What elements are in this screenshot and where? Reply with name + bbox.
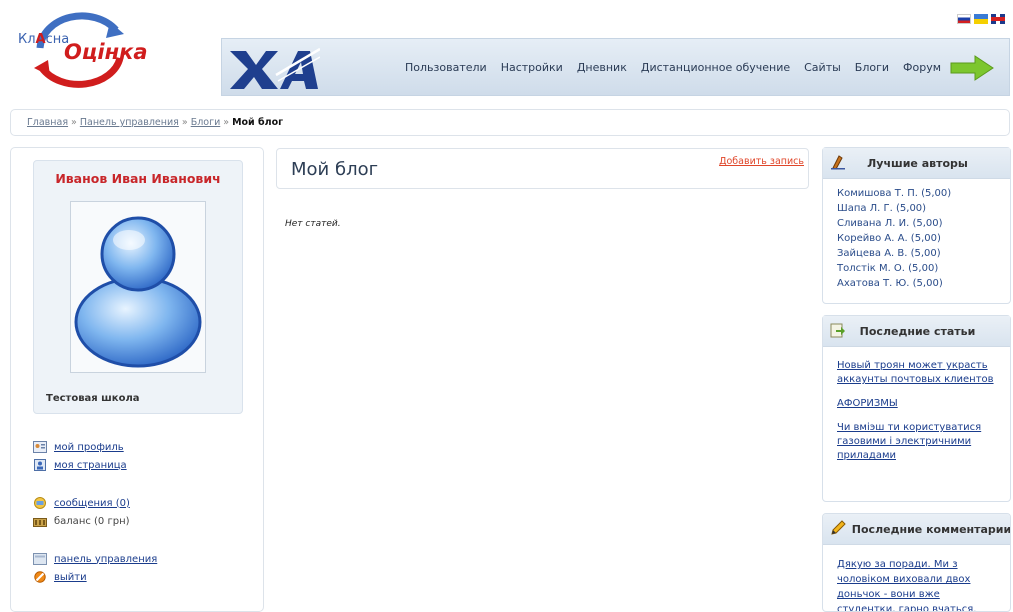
author-item[interactable]: Толстік М. О. (5,00)	[837, 261, 1000, 276]
blog-header: Мой блог Добавить запись	[276, 148, 809, 189]
nav-item-users[interactable]: Пользователи	[398, 61, 494, 74]
balance-icon	[33, 518, 47, 527]
breadcrumb-home[interactable]: Главная	[27, 117, 68, 128]
breadcrumb: Главная» Панель управления» Блоги» Мой блог	[10, 109, 1010, 136]
user-name[interactable]: Иванов Иван Иванович	[34, 171, 242, 186]
nav-item-diary[interactable]: Дневник	[570, 61, 634, 74]
xai-logo-icon[interactable]	[228, 45, 320, 91]
user-panel: Иванов Иван Иванович Тестовая школа мой …	[10, 147, 264, 612]
russian-flag-icon[interactable]	[957, 14, 971, 24]
latest-comments-header: Последние комментарии	[823, 514, 1010, 545]
user-avatar-icon	[74, 216, 202, 368]
english-flag-icon[interactable]	[991, 14, 1005, 24]
latest-articles-list: Новый троян может украсть аккаунты почто…	[823, 347, 1010, 463]
link-row-profile: мой профиль	[33, 438, 157, 456]
messages-icon	[34, 497, 46, 509]
nav-item-distance-learning[interactable]: Дистанционное обучение	[634, 61, 797, 74]
author-item[interactable]: Шапа Л. Г. (5,00)	[837, 201, 1000, 216]
site-logo[interactable]: КлАсна Оцінка	[12, 8, 172, 90]
article-link[interactable]: Чи вміэш ти користуватися газовими і эле…	[837, 421, 1000, 463]
author-item[interactable]: Зайцева А. В. (5,00)	[837, 246, 1000, 261]
user-school: Тестовая школа	[46, 393, 140, 404]
messages-link[interactable]: сообщения (0)	[54, 498, 130, 509]
logo-text: Оцінка	[64, 40, 148, 64]
best-authors-list: Комишова Т. П. (5,00) Шапа Л. Г. (5,00) …	[823, 179, 1010, 291]
my-page-link[interactable]: моя страница	[54, 460, 127, 471]
language-switcher	[957, 14, 1005, 24]
profile-card-icon	[33, 441, 47, 453]
user-links: мой профиль моя страница сообщения (0) б…	[33, 438, 157, 586]
author-item[interactable]: Ахатова Т. Ю. (5,00)	[837, 276, 1000, 291]
best-authors-box: Лучшие авторы Комишова Т. П. (5,00) Шапа…	[822, 147, 1011, 304]
latest-articles-box: Последние статьи Новый троян может украс…	[822, 315, 1011, 502]
control-panel-link[interactable]: панель управления	[54, 554, 157, 565]
user-page-icon	[34, 459, 46, 471]
breadcrumb-control-panel[interactable]: Панель управления	[80, 117, 179, 128]
latest-articles-header: Последние статьи	[823, 316, 1010, 347]
link-row-messages: сообщения (0)	[33, 494, 157, 512]
breadcrumb-blogs[interactable]: Блоги	[191, 117, 221, 128]
article-link[interactable]: АФОРИЗМЫ	[837, 397, 1000, 411]
nav-item-sites[interactable]: Сайты	[797, 61, 848, 74]
arrow-right-icon[interactable]	[949, 54, 995, 82]
latest-comments-list: Дякую за поради. Ми з чоловіком виховали…	[823, 545, 1010, 611]
control-panel-icon	[33, 553, 47, 565]
best-authors-title: Лучшие авторы	[867, 157, 968, 170]
my-profile-link[interactable]: мой профиль	[54, 442, 124, 453]
author-item[interactable]: Сливана Л. И. (5,00)	[837, 216, 1000, 231]
nav-item-settings[interactable]: Настройки	[494, 61, 570, 74]
main-navbar: Пользователи Настройки Дневник Дистанцио…	[221, 38, 1010, 96]
nav-item-blogs[interactable]: Блоги	[848, 61, 896, 74]
avatar[interactable]	[70, 201, 206, 373]
empty-state-text: Нет статей.	[285, 219, 341, 229]
latest-comments-box: Последние комментарии Дякую за поради. М…	[822, 513, 1011, 612]
author-item[interactable]: Комишова Т. П. (5,00)	[837, 186, 1000, 201]
link-row-page: моя страница	[33, 456, 157, 474]
link-row-logout: выйти	[33, 568, 157, 586]
logo-text-small: КлАсна	[18, 32, 70, 47]
nav-item-forum[interactable]: Форум	[896, 61, 948, 74]
link-row-balance: баланс (0 грн)	[33, 512, 157, 530]
latest-comments-title: Последние комментарии	[851, 523, 1011, 536]
link-row-control-panel: панель управления	[33, 550, 157, 568]
user-card: Иванов Иван Иванович Тестовая школа	[33, 160, 243, 414]
add-post-link[interactable]: Добавить запись	[719, 156, 804, 167]
logout-icon	[34, 571, 46, 583]
nav-menu: Пользователи Настройки Дневник Дистанцио…	[398, 39, 948, 95]
breadcrumb-current: Мой блог	[232, 117, 284, 128]
ukrainian-flag-icon[interactable]	[974, 14, 988, 24]
best-authors-header: Лучшие авторы	[823, 148, 1010, 179]
logout-link[interactable]: выйти	[54, 572, 87, 583]
page-title: Мой блог	[291, 159, 379, 180]
latest-articles-title: Последние статьи	[859, 325, 976, 338]
comment-link[interactable]: Дякую за поради. Ми з чоловіком виховали…	[837, 559, 976, 611]
balance-text: баланс (0 грн)	[54, 515, 130, 527]
article-link[interactable]: Новый троян может украсть аккаунты почто…	[837, 359, 1000, 387]
author-item[interactable]: Корейво А. А. (5,00)	[837, 231, 1000, 246]
